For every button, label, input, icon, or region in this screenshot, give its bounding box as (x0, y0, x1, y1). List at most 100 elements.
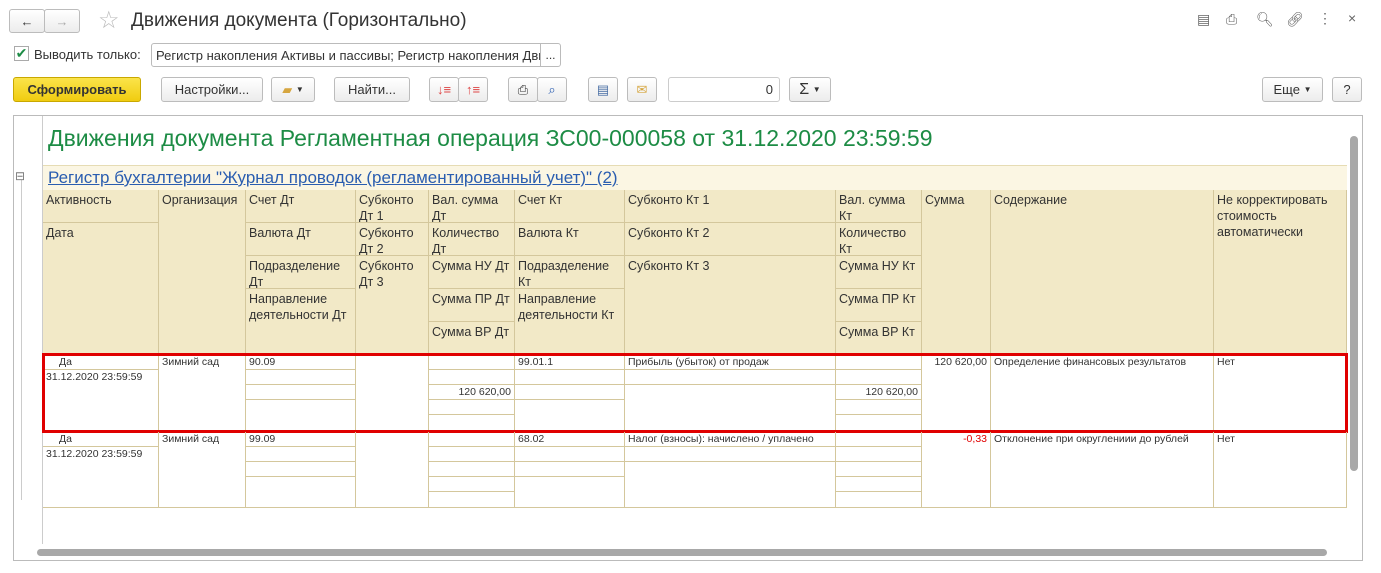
column-header: Субконто Дт 2 (356, 223, 429, 256)
empty-cell (625, 462, 836, 508)
preview-button[interactable]: ⌕ (537, 77, 567, 102)
cell-sum[interactable]: 120 620,00 (922, 355, 991, 431)
column-header: Сумма (922, 190, 991, 354)
cell-acc-dt[interactable]: 90.09 (246, 355, 356, 370)
favorite-star-icon[interactable]: ☆ (98, 6, 120, 35)
empty-cell (515, 462, 625, 477)
close-icon[interactable]: × (1348, 10, 1356, 26)
cell-sum-nu-dt[interactable] (429, 462, 515, 477)
save-button[interactable]: ▤ (588, 77, 618, 102)
empty-cell (836, 492, 922, 508)
column-header: Направление деятельности Кт (515, 289, 625, 354)
cell-no-adjust[interactable]: Нет (1214, 355, 1347, 431)
column-header: Организация (159, 190, 246, 354)
register-link[interactable]: Регистр бухгалтерии "Журнал проводок (ре… (48, 168, 618, 188)
column-header: Вал. сумма Кт (836, 190, 922, 223)
link-icon[interactable]: 🔗︎ (1286, 11, 1304, 28)
collapse-icon[interactable]: ⊟ (15, 169, 25, 183)
window-title: Движения документа (Горизонтально) (131, 10, 467, 31)
empty-cell (836, 355, 922, 370)
more-label: Еще (1273, 82, 1300, 97)
column-header: Субконто Дт 1 (356, 190, 429, 223)
sum-dropdown-button[interactable]: Σ ▼ (789, 77, 831, 102)
empty-cell (246, 447, 356, 462)
cell-acc-kt[interactable]: 99.01.1 (515, 355, 625, 370)
horizontal-scrollbar[interactable] (37, 549, 1327, 556)
filter-select-button[interactable]: ... (540, 43, 561, 67)
cell-subkonto-kt1[interactable]: Прибыль (убыток) от продаж (625, 355, 836, 370)
cell-active[interactable]: Да (43, 432, 159, 447)
empty-cell (246, 370, 356, 385)
save-icon: ▤ (596, 81, 610, 97)
cell-subkonto-kt1[interactable]: Налог (взносы): начислено / уплачено (625, 432, 836, 447)
print-button[interactable]: ⎙ (508, 77, 538, 102)
empty-cell (836, 477, 922, 492)
column-header: Субконто Кт 3 (625, 256, 836, 354)
sort-asc-icon: ↑≡ (465, 82, 481, 97)
cell-content[interactable]: Отклонение при округлениии до рублей (991, 432, 1214, 508)
vertical-scrollbar[interactable] (1350, 136, 1358, 471)
sort-desc-button[interactable]: ↓≡ (429, 77, 459, 102)
column-header: Сумма НУ Дт (429, 256, 515, 289)
empty-cell (429, 492, 515, 508)
cell-sum-nu-kt[interactable]: 120 620,00 (836, 385, 922, 400)
variants-dropdown-button[interactable]: ▰ ▼ (271, 77, 315, 102)
number-input[interactable]: 0 (668, 77, 780, 102)
empty-cell (429, 477, 515, 492)
empty-cell (515, 385, 625, 400)
empty-cell (246, 462, 356, 477)
preview-icon[interactable]: 🔍︎ (1256, 11, 1274, 28)
cell-no-adjust[interactable]: Нет (1214, 432, 1347, 508)
empty-cell (515, 400, 625, 431)
column-header: Субконто Кт 2 (625, 223, 836, 256)
empty-cell (246, 477, 356, 508)
more-button[interactable]: Еще ▼ (1262, 77, 1323, 102)
cell-active[interactable]: Да (43, 355, 159, 370)
cell-date[interactable]: 31.12.2020 23:59:59 (43, 447, 159, 508)
cell-sum-nu-kt[interactable] (836, 462, 922, 477)
column-header: Направление деятельности Дт (246, 289, 356, 354)
generate-button[interactable]: Сформировать (13, 77, 141, 102)
filter-label: Выводить только: (34, 47, 141, 62)
cell-org[interactable]: Зимний сад (159, 355, 246, 431)
column-header: Сумма НУ Кт (836, 256, 922, 289)
preview-icon: ⌕ (548, 81, 556, 97)
column-header: Подразделение Кт (515, 256, 625, 289)
cell-acc-dt[interactable]: 99.09 (246, 432, 356, 447)
sort-asc-button[interactable]: ↑≡ (458, 77, 488, 102)
print-icon[interactable]: ⎙ (1226, 11, 1237, 28)
empty-cell (625, 385, 836, 431)
cell-content[interactable]: Определение финансовых результатов (991, 355, 1214, 431)
forward-button[interactable]: → (44, 9, 80, 33)
column-header: Вал. сумма Дт (429, 190, 515, 223)
empty-cell (515, 447, 625, 462)
back-button[interactable]: ← (9, 9, 45, 33)
column-header: Количество Дт (429, 223, 515, 256)
cell-sum-nu-dt[interactable]: 120 620,00 (429, 385, 515, 400)
filter-checkbox[interactable]: ✔ (14, 46, 29, 61)
report-title: Движения документа Регламентная операция… (48, 125, 933, 151)
column-header: Дата (43, 223, 159, 354)
empty-cell (836, 400, 922, 415)
help-button[interactable]: ? (1332, 77, 1362, 102)
empty-cell (836, 370, 922, 385)
cell-acc-kt[interactable]: 68.02 (515, 432, 625, 447)
column-header: Счет Дт (246, 190, 356, 223)
empty-cell (356, 432, 429, 508)
column-header: Субконто Дт 3 (356, 256, 429, 354)
column-header: Валюта Кт (515, 223, 625, 256)
cell-sum[interactable]: -0,33 (922, 432, 991, 508)
cell-date[interactable]: 31.12.2020 23:59:59 (43, 370, 159, 431)
find-button[interactable]: Найти... (334, 77, 410, 102)
filter-input[interactable]: Регистр накопления Активы и пассивы; Рег… (151, 43, 541, 67)
column-header: Подразделение Дт (246, 256, 356, 289)
settings-button[interactable]: Настройки... (161, 77, 263, 102)
column-header: Сумма ПР Дт (429, 289, 515, 322)
empty-cell (429, 400, 515, 415)
empty-cell (356, 355, 429, 431)
email-button[interactable]: ✉ (627, 77, 657, 102)
save-icon[interactable]: ▤ (1197, 11, 1210, 28)
cell-org[interactable]: Зимний сад (159, 432, 246, 508)
more-vertical-icon[interactable]: ⋮ (1318, 10, 1332, 27)
empty-cell (515, 370, 625, 385)
